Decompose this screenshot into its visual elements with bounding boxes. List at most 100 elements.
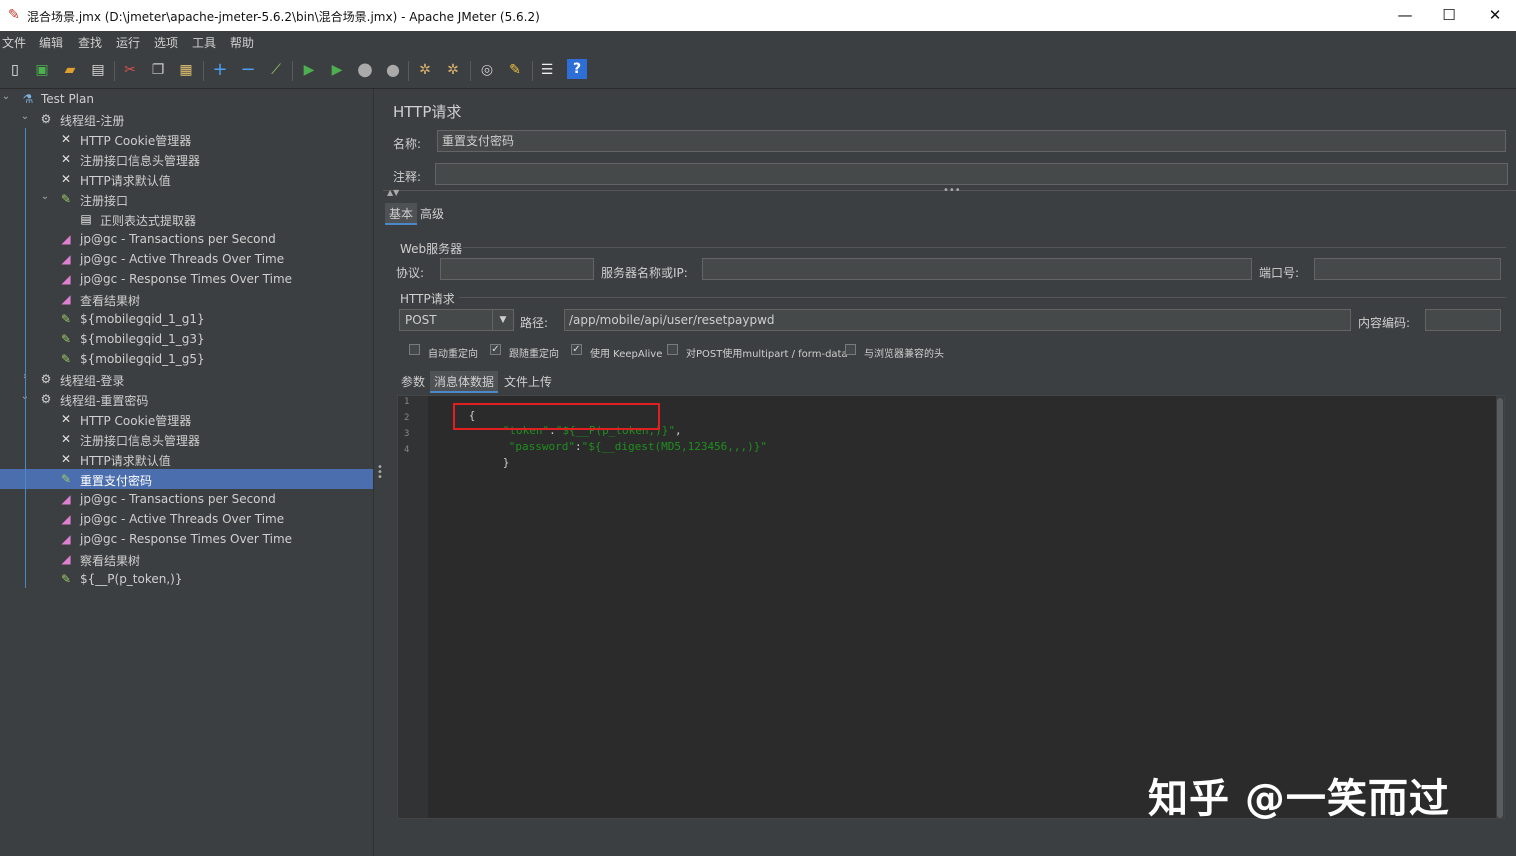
drag-handle-icon[interactable]: ••• <box>943 185 961 196</box>
body-data-editor[interactable]: 1 2 3 4 { "token":"${__P(p_token,)}", "p… <box>397 395 1505 819</box>
tab-advanced[interactable]: 高级 <box>416 203 448 225</box>
tab-body-data[interactable]: 消息体数据 <box>430 371 499 393</box>
close-button[interactable]: ✕ <box>1480 4 1510 26</box>
path-input[interactable]: /app/mobile/api/user/resetpaypwd <box>564 309 1351 331</box>
tab-file-upload[interactable]: 文件上传 <box>500 371 556 393</box>
tree-item[interactable]: ✎ ${mobilegqid_1_g1} <box>0 309 373 329</box>
tree-item[interactable]: ✎ ${mobilegqid_1_g3} <box>0 329 373 349</box>
menu-run[interactable]: 运行 <box>116 34 140 51</box>
editor-scrollbar[interactable] <box>1496 396 1504 818</box>
tree-item[interactable]: ⌄ ⚙ 线程组-注册 <box>0 109 373 129</box>
tree-item[interactable]: ◢ jp@gc - Transactions per Second <box>0 229 373 249</box>
group-line <box>463 247 1506 248</box>
code-token: : <box>574 440 582 453</box>
tree-item[interactable]: ◢ jp@gc - Response Times Over Time <box>0 269 373 289</box>
encoding-label: 内容编码: <box>1358 316 1411 330</box>
tree-item-label: jp@gc - Transactions per Second <box>80 232 276 246</box>
pane-splitter[interactable]: • • • <box>373 89 383 856</box>
tree-item[interactable]: ✕ 注册接口信息头管理器 <box>0 149 373 169</box>
tree-item[interactable]: ✕ 注册接口信息头管理器 <box>0 429 373 449</box>
help-icon[interactable]: ? <box>567 59 587 79</box>
follow-redirect-checkbox[interactable]: ✓ <box>490 344 501 355</box>
collapse-icon[interactable]: − <box>238 59 258 81</box>
tree-item[interactable]: ⌄ ✎ 注册接口 <box>0 189 373 209</box>
tree-item-label: HTTP Cookie管理器 <box>80 134 192 148</box>
menu-help[interactable]: 帮助 <box>230 34 254 51</box>
server-input[interactable] <box>702 258 1252 280</box>
tree-item[interactable]: ⌄⚙线程组-重置密码 <box>0 389 373 409</box>
keepalive-label: 使用 KeepAlive <box>590 349 663 360</box>
scrollbar-thumb[interactable] <box>1497 398 1503 818</box>
reset-search-icon[interactable]: ✎ <box>505 59 525 81</box>
multipart-checkbox[interactable] <box>667 344 678 355</box>
tree-item[interactable]: ✕ HTTP请求默认值 <box>0 169 373 189</box>
menu-tools[interactable]: 工具 <box>192 34 216 51</box>
keepalive-checkbox[interactable]: ✓ <box>571 344 582 355</box>
config-tool-icon: ✕ <box>60 432 72 446</box>
expand-icon[interactable]: + <box>210 59 230 81</box>
menu-file[interactable]: 文件 <box>2 34 26 51</box>
minimize-button[interactable]: — <box>1390 4 1420 26</box>
maximize-button[interactable]: ☐ <box>1434 4 1464 26</box>
tree-item[interactable]: ✕ HTTP Cookie管理器 <box>0 129 373 149</box>
menu-edit[interactable]: 编辑 <box>39 34 63 51</box>
tree-item[interactable]: ✎ ${__P(p_token,)} <box>0 569 373 589</box>
tree-item-label: 重置支付密码 <box>80 474 153 488</box>
paste-icon[interactable]: ▦ <box>176 59 196 81</box>
tree-item[interactable]: ⌄ ⚗ Test Plan <box>0 89 373 109</box>
tab-basic[interactable]: 基本 <box>385 203 418 225</box>
tree-item[interactable]: ✎ ${mobilegqid_1_g5} <box>0 349 373 369</box>
tree-item-label: 注册接口 <box>80 194 129 208</box>
tree-item[interactable]: ▤ 正则表达式提取器 <box>0 209 373 229</box>
tree-item[interactable]: ◢ jp@gc - Transactions per Second <box>0 489 373 509</box>
tree-item[interactable]: ◢ jp@gc - Active Threads Over Time <box>0 509 373 529</box>
comment-label: 注释: <box>393 170 422 184</box>
name-input[interactable]: 重置支付密码 <box>437 130 1506 152</box>
section-divider[interactable]: ▲▼ ••• <box>383 185 1516 199</box>
menu-search[interactable]: 查找 <box>78 34 102 51</box>
toggle-icon[interactable]: ⟋ <box>266 59 286 81</box>
sampler-pipette-icon: ✎ <box>60 192 72 206</box>
tree-item[interactable]: ◢ 察看结果树 <box>0 549 373 569</box>
protocol-input[interactable] <box>440 258 594 280</box>
function-helper-icon[interactable]: ☰ <box>537 59 557 81</box>
tree-item[interactable]: ›⚙线程组-登录 <box>0 369 373 389</box>
line-number: 4 <box>404 445 410 455</box>
chevron-down-icon[interactable]: ⌄ <box>0 91 12 102</box>
chevron-down-icon[interactable]: ⌄ <box>39 191 51 202</box>
tree-item[interactable]: ◢ jp@gc - Active Threads Over Time <box>0 249 373 269</box>
tree-item[interactable]: ◢ jp@gc - Response Times Over Time <box>0 529 373 549</box>
start-icon[interactable]: ▶ <box>299 59 319 81</box>
auto-redirect-checkbox[interactable] <box>409 344 420 355</box>
chevron-down-icon[interactable]: ⌄ <box>19 111 31 122</box>
encoding-input[interactable] <box>1425 309 1501 331</box>
port-input[interactable] <box>1314 258 1501 280</box>
tree-item[interactable]: ◢ 查看结果树 <box>0 289 373 309</box>
config-tool-icon: ✕ <box>60 132 72 146</box>
watermark: 知乎 @一笑而过 <box>1148 776 1450 822</box>
templates-icon[interactable]: ▣ <box>32 59 52 81</box>
save-icon[interactable]: ▤ <box>88 59 108 81</box>
tree-item[interactable]: ✕ HTTP Cookie管理器 <box>0 409 373 429</box>
tree-item[interactable]: ✎ 重置支付密码 <box>0 469 373 489</box>
tab-parameters[interactable]: 参数 <box>397 371 429 393</box>
clear-all-icon[interactable]: ✲ <box>443 59 463 81</box>
tree-item-label: 注册接口信息头管理器 <box>80 154 201 168</box>
tree-item[interactable]: ✕ HTTP请求默认值 <box>0 449 373 469</box>
start-no-pause-icon[interactable]: ▶ <box>327 59 347 81</box>
shutdown-icon[interactable]: ● <box>383 59 403 81</box>
method-select[interactable]: POST ▼ <box>399 309 514 331</box>
new-icon[interactable]: ▯ <box>5 59 25 81</box>
follow-redirect-label: 跟随重定向 <box>509 349 559 360</box>
comment-input[interactable] <box>435 163 1508 185</box>
cut-icon[interactable]: ✂ <box>120 59 140 81</box>
search-icon[interactable]: ◎ <box>477 59 497 81</box>
stop-icon[interactable]: ● <box>355 59 375 81</box>
open-icon[interactable]: ▰ <box>60 59 80 81</box>
copy-icon[interactable]: ❐ <box>148 59 168 81</box>
clear-icon[interactable]: ✲ <box>415 59 435 81</box>
collapse-arrows-icon[interactable]: ▲▼ <box>387 188 399 197</box>
browser-headers-checkbox[interactable] <box>845 344 856 355</box>
menu-options[interactable]: 选项 <box>154 34 178 51</box>
panel-title: HTTP请求 <box>393 103 462 121</box>
